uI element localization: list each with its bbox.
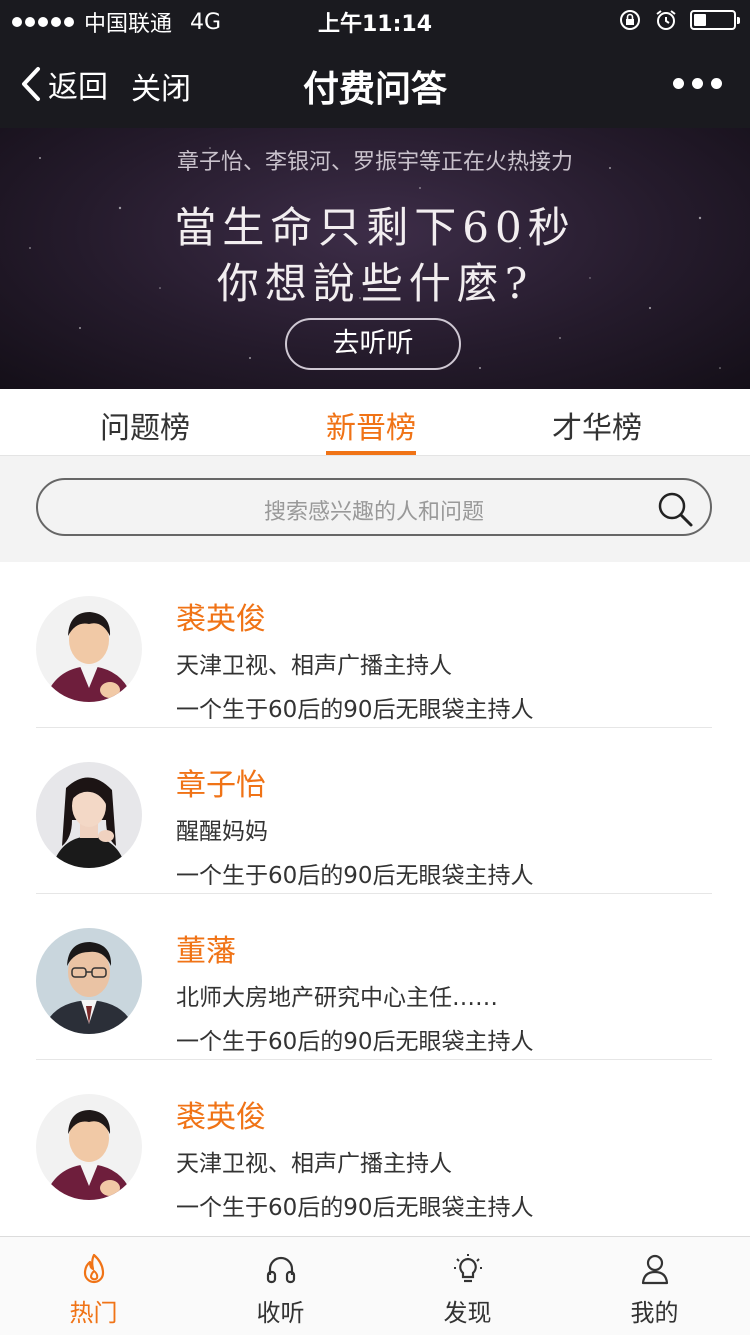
listen-button[interactable]: 去听听 (285, 318, 461, 370)
search-icon[interactable] (656, 490, 694, 528)
tab-talent[interactable]: 才华榜 (552, 403, 642, 447)
search-placeholder: 搜索感兴趣的人和问题 (263, 500, 484, 525)
banner-subtitle: 章子怡、李银河、罗振宇等正在火热接力 (176, 150, 573, 175)
avatar (36, 596, 142, 702)
list-item[interactable]: 裘英俊 天津卫视、相声广播主持人 一个生于60后的90后无眼袋主持人 (36, 1060, 712, 1226)
person-intro: 一个生于60后的90后无眼袋主持人 (176, 863, 534, 889)
person-icon (641, 1254, 668, 1285)
tabbar-item-mine[interactable]: 我的 (561, 1237, 748, 1335)
person-title: 天津卫视、相声广播主持人 (176, 1151, 452, 1177)
tabbar-label: 收听 (256, 1299, 305, 1327)
list-item[interactable]: 章子怡 醒醒妈妈 一个生于60后的90后无眼袋主持人 (36, 728, 712, 894)
avatar (36, 1094, 142, 1200)
tab-newcomers[interactable]: 新晋榜 (326, 403, 416, 455)
more-dots-icon[interactable] (673, 78, 722, 89)
person-intro: 一个生于60后的90后无眼袋主持人 (176, 1029, 534, 1055)
status-bar: 中国联通 4G 上午11:14 (0, 0, 750, 40)
person-intro: 一个生于60后的90后无眼袋主持人 (176, 1195, 534, 1221)
alarm-icon (656, 10, 676, 30)
search-input[interactable]: 搜索感兴趣的人和问题 (36, 478, 712, 536)
battery-icon (690, 10, 740, 30)
tab-label: 新晋榜 (326, 411, 416, 446)
person-name: 裘英俊 (176, 1100, 266, 1135)
list-item[interactable]: 裘英俊 天津卫视、相声广播主持人 一个生于60后的90后无眼袋主持人 (36, 562, 712, 728)
flame-icon (83, 1253, 104, 1284)
nav-bar: 返回 关闭 付费问答 (0, 40, 750, 128)
headphones-icon (266, 1256, 295, 1284)
tabbar-item-discover[interactable]: 发现 (374, 1237, 561, 1335)
ranking-tabs: 问题榜 新晋榜 才华榜 (0, 389, 750, 456)
rotation-lock-icon (620, 10, 640, 30)
avatar (36, 928, 142, 1034)
tab-questions[interactable]: 问题榜 (100, 403, 190, 447)
list-item[interactable]: 董藩 北师大房地产研究中心主任…… 一个生于60后的90后无眼袋主持人 (36, 894, 712, 1060)
lightbulb-icon (453, 1254, 482, 1283)
tab-label: 问题榜 (100, 411, 190, 446)
page-title: 付费问答 (302, 69, 447, 110)
person-intro: 一个生于60后的90后无眼袋主持人 (176, 697, 534, 723)
active-tab-indicator (326, 451, 416, 455)
banner-headline-line1: 當生命只剩下60秒 (174, 203, 576, 252)
person-name: 章子怡 (176, 768, 266, 803)
promo-banner[interactable]: 章子怡、李银河、罗振宇等正在火热接力 當生命只剩下60秒 你想說些什麼? 去听听 (0, 128, 750, 389)
search-area: 搜索感兴趣的人和问题 (0, 456, 750, 562)
person-title: 天津卫视、相声广播主持人 (176, 653, 452, 679)
tabbar-label: 我的 (630, 1299, 679, 1327)
person-name: 裘英俊 (176, 602, 266, 637)
banner-headline: 當生命只剩下60秒 你想說些什麼? (0, 200, 750, 312)
tabbar-label: 发现 (443, 1299, 492, 1327)
tabbar-item-hot[interactable]: 热门 (0, 1237, 187, 1335)
tabbar-label: 热门 (69, 1299, 118, 1327)
banner-headline-line2: 你想說些什麼? (216, 259, 534, 308)
tab-label: 才华榜 (552, 411, 642, 446)
person-name: 董藩 (176, 934, 236, 969)
person-title: 醒醒妈妈 (176, 819, 268, 845)
avatar (36, 762, 142, 868)
person-title: 北师大房地产研究中心主任…… (176, 985, 498, 1011)
tabbar-item-listen[interactable]: 收听 (187, 1237, 374, 1335)
bottom-tab-bar: 热门 收听 发现 我的 (0, 1236, 750, 1335)
